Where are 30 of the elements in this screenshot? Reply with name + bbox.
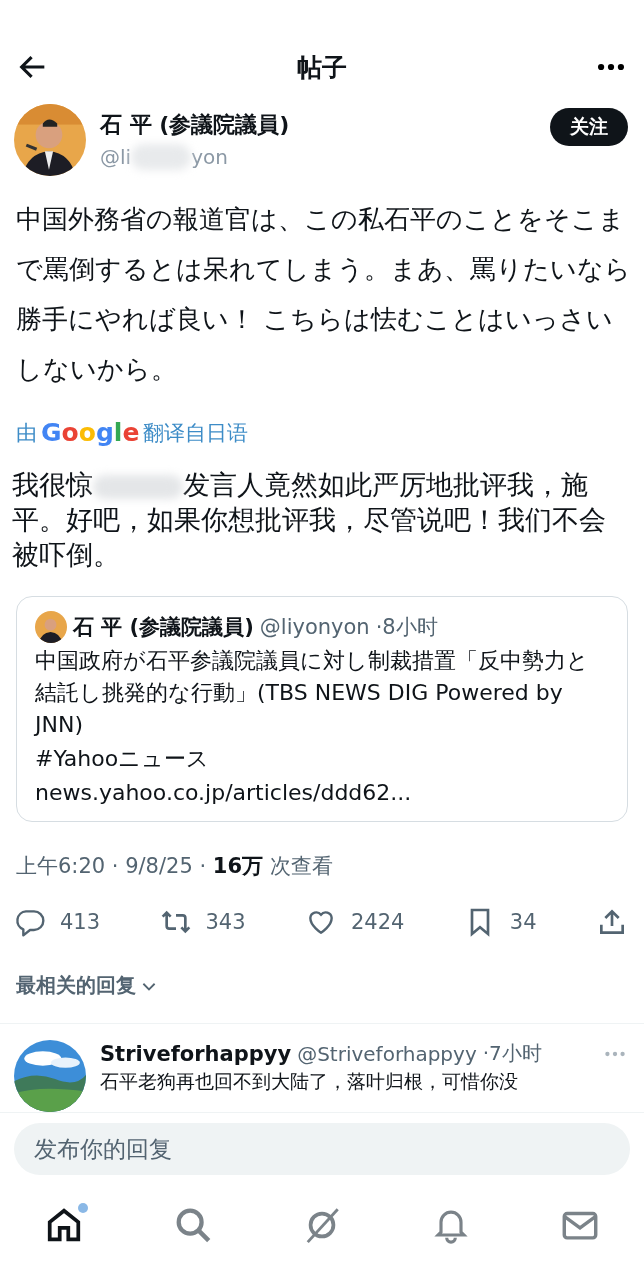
quote-handle: @liyonyon bbox=[259, 615, 370, 639]
reply-handle: @Striveforhappyy bbox=[297, 1041, 477, 1066]
author-handle: yon bbox=[191, 145, 228, 169]
author-name: 石 平 (参議院議員) bbox=[100, 111, 291, 139]
action-count: 34 bbox=[509, 910, 537, 934]
article-link[interactable]: news.yahoo.co.jp/articles/ddd62... bbox=[35, 777, 609, 809]
reply-field[interactable]: 发布你的回复 bbox=[14, 1123, 630, 1175]
post-time: 上午6:20 · 9/8/25 · bbox=[16, 854, 208, 878]
reply-text: 石平老狗再也回不到大陆了，落叶归根，可惜你没 bbox=[100, 1069, 519, 1094]
action-count: 343 bbox=[205, 910, 246, 934]
translation-text: 我很惊 发言人竟然如此严厉地批评我，施平。好吧，如果你想批评我，尽管说吧！我们不会被吓倒。 bbox=[12, 468, 607, 572]
views-label: 次查看 bbox=[268, 854, 333, 878]
translate-link[interactable]: 翻译自日语 bbox=[143, 418, 249, 447]
quote-time: ·8小时 bbox=[375, 614, 438, 641]
author-handle: @li bbox=[100, 145, 132, 169]
quote-text: 中国政府が石平参議院議員に対し制裁措置「反中勢力と結託し挑発的な行動」(TBS NEWS DIG Powered by JNN) bbox=[35, 647, 590, 739]
translate-label: 由 bbox=[16, 419, 37, 447]
sort-label[interactable]: 最相关的回复 bbox=[16, 972, 136, 999]
action-count: 413 bbox=[60, 910, 101, 934]
action-count: 2424 bbox=[351, 910, 405, 934]
follow-button[interactable]: 关注 bbox=[550, 108, 628, 146]
post-text: 中国外務省の報道官は、この私石平のことをそこまで罵倒するとは呆れてしまう。まあ、罵りたいなら勝手にやれば良い！ こちらは怯むことはいっさいしないから。 bbox=[16, 203, 632, 386]
reply-author: Striveforhappyy bbox=[100, 1041, 292, 1066]
google-logo: Google bbox=[41, 418, 140, 447]
reply-time: ·7小时 bbox=[482, 1040, 542, 1067]
quote-author: 石 平 (参議院議員) bbox=[73, 614, 254, 641]
hashtag-link[interactable]: #Yahooニュース bbox=[35, 743, 609, 775]
quote-card[interactable]: 石 平 (参議院議員) @liyonyon ·8小时 中国政府が石平参議院議員に対し制裁措置「反中勢力と結託し挑発的な行動」(TBS NEWS DIG Powered by JNN) #Yahooニュース news.yahoo.co.jp/articles/ddd62... bbox=[16, 596, 628, 822]
page-title: 帖子 bbox=[297, 51, 347, 84]
view-count: 16万 bbox=[212, 854, 264, 878]
